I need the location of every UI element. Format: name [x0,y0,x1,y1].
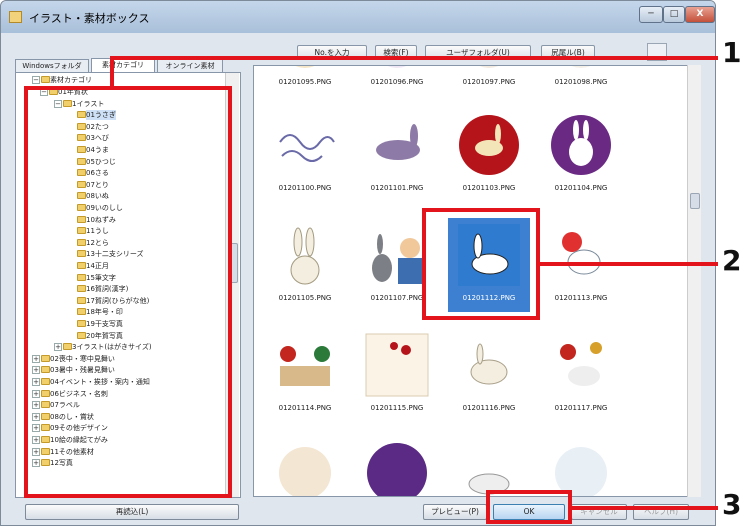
thumbnail-cell[interactable]: 01201105.PNG [260,222,350,322]
illustration-thumbnail [479,66,499,68]
thumbnail-cell[interactable]: 01201103.PNG [444,112,534,212]
thumbnail-filename: 01201114.PNG [278,404,332,412]
tab-material-category[interactable]: 素材カテゴリ [91,58,155,72]
illustration-thumbnail [571,66,591,68]
illustration-thumbnail [459,115,519,175]
illustration-thumbnail [387,66,407,68]
callout-box-tree [24,86,232,498]
illustration-thumbnail [290,227,320,285]
thumbnail-filename: 01201113.PNG [554,294,608,302]
title-bar[interactable]: イラスト・素材ボックス ─ □ X [1,1,715,33]
thumbnail-filename: 01201117.PNG [554,404,608,412]
app-icon [9,11,22,23]
thumbnail-cell[interactable] [352,440,442,496]
thumbnail-cell[interactable]: 01201098.PNG [536,66,626,106]
callout-line-1b [110,56,718,60]
grid-scrollbar[interactable] [687,65,701,497]
minimize-button[interactable]: ─ [639,6,663,23]
thumbnail-cell[interactable]: 01201096.PNG [352,66,442,106]
thumbnail-filename: 01201105.PNG [278,294,332,302]
thumbnail-filename: 01201100.PNG [278,184,332,192]
thumbnail-cell[interactable] [536,440,626,496]
thumbnail-filename: 01201115.PNG [370,404,424,412]
illustration-thumbnail [367,443,427,496]
thumbnail-cell[interactable]: 01201116.PNG [444,332,534,432]
callout-number-1: 1 [722,36,742,69]
thumbnail-cell[interactable]: 01201114.PNG [260,332,350,432]
callout-box-thumbnail [422,208,540,320]
thumbnail-filename: 01201098.PNG [554,78,608,86]
thumbnail-cell[interactable]: 01201104.PNG [536,112,626,212]
close-button[interactable]: X [685,6,715,23]
callout-line-2 [540,262,718,266]
callout-number-2: 2 [722,244,742,277]
thumbnail-cell[interactable]: 01201095.PNG [260,66,350,106]
callout-line-3 [572,506,718,510]
preview-button[interactable]: プレビュー(P) [423,504,487,520]
thumbnail-cell[interactable]: 01201100.PNG [260,112,350,212]
illustration-thumbnail [372,234,422,284]
callout-box-ok [486,490,572,524]
callout-line-1a [110,58,114,88]
grid-scroll-thumb[interactable] [690,193,700,209]
thumbnail-filename: 01201116.PNG [462,404,516,412]
illustration-thumbnail [280,346,330,386]
illustration-thumbnail [365,333,429,397]
folder-icon [41,76,50,83]
illustration-thumbnail [279,134,335,162]
maximize-button[interactable]: □ [663,6,685,23]
tree-expander[interactable]: − [32,76,40,84]
reload-button[interactable]: 再読込(L) [25,504,239,520]
callout-number-3: 3 [722,488,742,521]
thumbnail-cell[interactable] [260,440,350,496]
tab-windows-folder[interactable]: Windowsフォルダ [15,59,89,72]
illustration-thumbnail [376,124,420,160]
thumbnail-cell[interactable] [444,440,534,496]
thumbnail-cell[interactable]: 01201097.PNG [444,66,534,106]
thumbnail-cell[interactable]: 01201117.PNG [536,332,626,432]
thumbnail-filename: 01201104.PNG [554,184,608,192]
thumbnail-cell[interactable]: 01201101.PNG [352,112,442,212]
illustration-thumbnail [560,342,602,386]
illustration-thumbnail [551,115,611,175]
thumbnail-filename: 01201096.PNG [370,78,424,86]
tab-online-material[interactable]: オンライン素材 [157,59,223,72]
window-title: イラスト・素材ボックス [29,12,150,25]
thumbnail-filename: 01201101.PNG [370,184,424,192]
illustration-thumbnail [279,447,331,496]
thumbnail-cell[interactable]: 01201115.PNG [352,332,442,432]
illustration-thumbnail [295,66,315,68]
illustration-thumbnail [555,447,607,496]
thumbnail-filename: 01201095.PNG [278,78,332,86]
illustration-thumbnail [562,232,601,275]
illustration-thumbnail [468,473,510,495]
thumbnail-cell[interactable]: 01201113.PNG [536,222,626,322]
thumbnail-filename: 01201097.PNG [462,78,516,86]
illustration-thumbnail [470,343,508,385]
thumbnail-filename: 01201103.PNG [462,184,516,192]
